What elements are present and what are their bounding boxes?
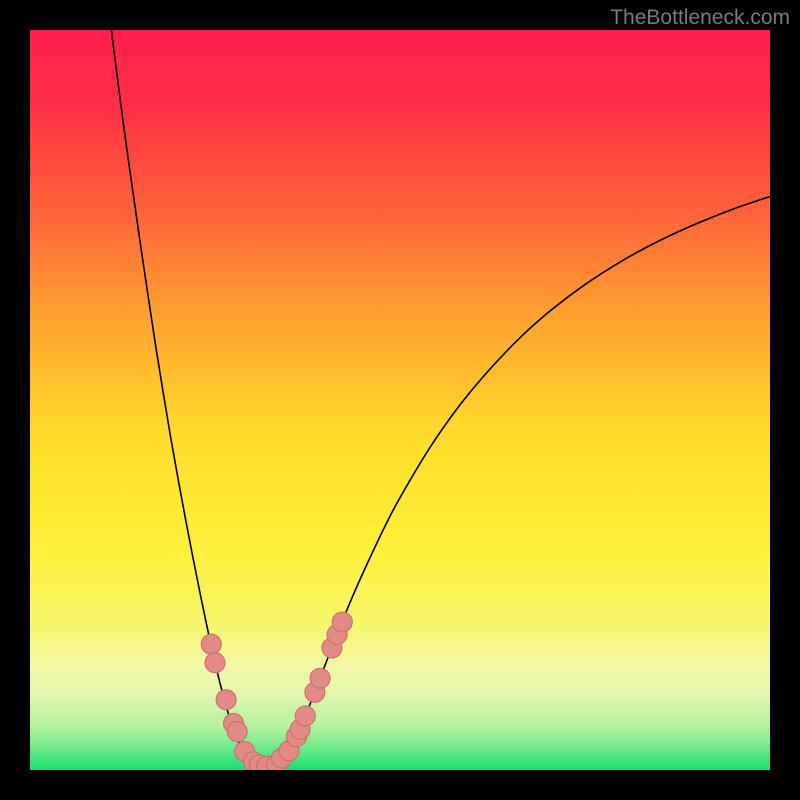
bottleneck-chart bbox=[30, 30, 770, 770]
marker-point bbox=[332, 612, 352, 632]
watermark-text: TheBottleneck.com bbox=[610, 6, 790, 30]
marker-point bbox=[295, 706, 315, 726]
chart-frame: TheBottleneck.com bbox=[0, 0, 800, 800]
marker-point bbox=[201, 634, 221, 654]
marker-point bbox=[310, 668, 330, 688]
marker-point bbox=[205, 653, 225, 673]
marker-point bbox=[227, 722, 247, 742]
marker-point bbox=[216, 690, 236, 710]
plot-background bbox=[30, 30, 770, 770]
